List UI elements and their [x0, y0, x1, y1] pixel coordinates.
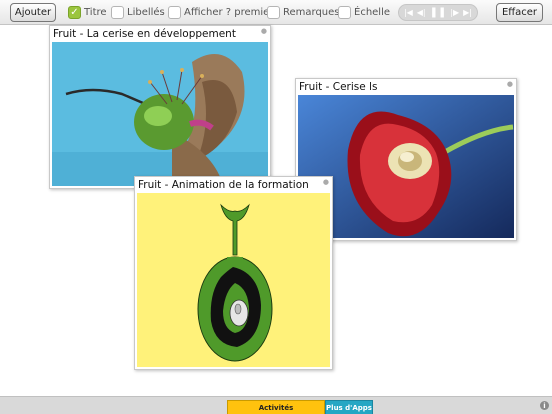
fruit-formation-animation	[137, 193, 330, 367]
first-icon[interactable]: |◀	[404, 8, 413, 17]
card-title: Fruit - Cerise ls	[299, 81, 378, 93]
prev-icon[interactable]: ◀|	[417, 8, 426, 17]
option-labels[interactable]: Libellés	[111, 5, 165, 20]
card-title: Fruit - Animation de la formation	[138, 179, 309, 191]
last-icon[interactable]: ▶|	[463, 8, 472, 17]
card-title: Fruit - La cerise en développement	[53, 28, 236, 40]
checkbox-icon[interactable]	[267, 6, 280, 19]
tab-activities[interactable]: Activités	[227, 400, 325, 414]
close-icon[interactable]: ●	[323, 178, 329, 186]
option-label: Échelle	[354, 7, 391, 18]
checkbox-icon[interactable]	[111, 6, 124, 19]
bottom-bar: Activités Plus d'Apps	[0, 396, 552, 414]
option-title[interactable]: ✓ Titre	[68, 5, 107, 20]
option-show-first[interactable]: Afficher ? premier	[168, 5, 273, 20]
card-fruit-formation[interactable]: Fruit - Animation de la formation ●	[134, 176, 333, 370]
add-button[interactable]: Ajouter	[10, 3, 56, 22]
media-controls: |◀ ◀| ❚❚ |▶ ▶|	[398, 4, 478, 21]
close-icon[interactable]: ●	[507, 80, 513, 88]
checkbox-checked-icon[interactable]: ✓	[68, 6, 81, 19]
next-icon[interactable]: |▶	[450, 8, 459, 17]
option-scale[interactable]: Échelle	[338, 5, 390, 20]
option-label: Remarques	[283, 7, 340, 18]
option-label: Afficher ? premier	[184, 7, 274, 18]
tab-more-apps[interactable]: Plus d'Apps	[325, 400, 373, 414]
toolbar: Ajouter ✓ Titre Libellés Afficher ? prem…	[0, 0, 552, 25]
card-developing-cherry[interactable]: Fruit - La cerise en développement ●	[49, 25, 271, 189]
close-icon[interactable]: ●	[261, 27, 267, 35]
option-remarks[interactable]: Remarques	[267, 5, 340, 20]
info-icon[interactable]: i	[540, 401, 549, 410]
checkbox-icon[interactable]	[168, 6, 181, 19]
checkbox-icon[interactable]	[338, 6, 351, 19]
clear-button[interactable]: Effacer	[496, 3, 543, 22]
option-label: Libellés	[127, 7, 165, 18]
option-label: Titre	[84, 7, 107, 18]
developing-cherry-photo	[52, 42, 268, 186]
pause-icon[interactable]: ❚❚	[430, 7, 447, 18]
